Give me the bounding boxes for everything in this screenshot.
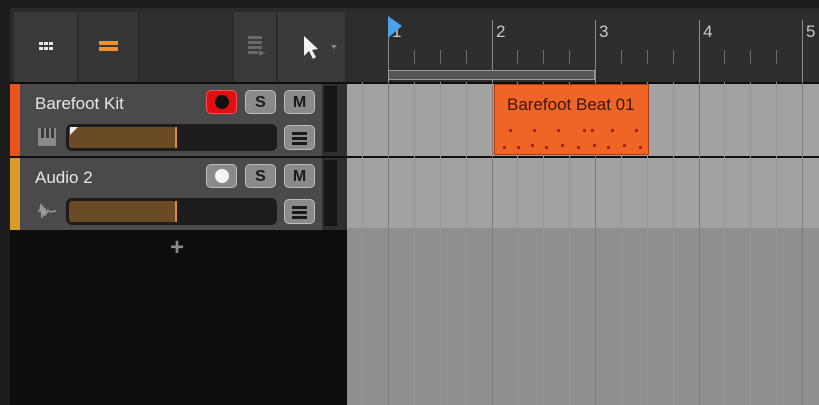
track-lane-audio-2[interactable] bbox=[347, 158, 819, 230]
timeline-ruler[interactable]: 1 2 3 4 5 bbox=[347, 12, 819, 82]
grid-view-button[interactable] bbox=[14, 12, 77, 82]
beat-gridline bbox=[466, 82, 467, 405]
ruler-tick bbox=[621, 50, 622, 64]
clip-launcher-icon bbox=[248, 36, 265, 56]
chevron-down-icon bbox=[331, 45, 337, 49]
track-name: Barefoot Kit bbox=[35, 94, 124, 113]
clip-barefoot-beat-01[interactable]: Barefoot Beat 01 bbox=[494, 84, 649, 155]
ruler-tick bbox=[750, 50, 751, 64]
mute-button[interactable]: M bbox=[284, 90, 315, 114]
instrument-icon bbox=[38, 128, 56, 146]
playhead-marker-icon[interactable] bbox=[388, 16, 402, 40]
beat-gridline bbox=[673, 82, 674, 405]
ruler-tick bbox=[517, 50, 518, 64]
ruler-tick bbox=[776, 50, 777, 64]
beat-gridline bbox=[414, 82, 415, 405]
volume-fill bbox=[69, 127, 176, 148]
beat-gridline bbox=[362, 82, 363, 405]
ruler-tick bbox=[440, 50, 441, 64]
bar-number-2: 2 bbox=[496, 22, 506, 41]
record-dot-icon bbox=[215, 169, 229, 183]
list-icon bbox=[99, 41, 118, 51]
track-name: Audio 2 bbox=[35, 168, 93, 187]
mute-button[interactable]: M bbox=[284, 164, 315, 188]
bar-number-4: 4 bbox=[703, 22, 713, 41]
beat-gridline bbox=[750, 82, 751, 405]
bar-gridline bbox=[388, 82, 389, 405]
bar-number-3: 3 bbox=[599, 22, 609, 41]
ruler-tick bbox=[466, 50, 467, 64]
clip-launcher-button[interactable] bbox=[234, 12, 276, 82]
ruler-tick bbox=[543, 50, 544, 64]
record-arm-button[interactable] bbox=[206, 164, 237, 188]
ruler-tick bbox=[699, 20, 700, 82]
ruler-tick bbox=[802, 20, 803, 82]
header-bar: 1 2 3 4 5 bbox=[10, 8, 819, 82]
bar-gridline bbox=[699, 82, 700, 405]
loop-region[interactable] bbox=[388, 70, 595, 80]
track-meter bbox=[322, 158, 347, 230]
bar-number-5: 5 bbox=[806, 22, 816, 41]
ruler-tick bbox=[673, 50, 674, 64]
track-menu-button[interactable] bbox=[284, 199, 315, 224]
bar-gridline bbox=[492, 82, 493, 405]
arranger-view: 1 2 3 4 5 Barefoot Kit S M Audio 2 S M +… bbox=[10, 8, 819, 405]
header-spacer bbox=[140, 12, 232, 82]
beat-gridline bbox=[776, 82, 777, 405]
volume-slider[interactable] bbox=[66, 124, 277, 151]
volume-level-marker bbox=[175, 201, 177, 222]
track-color-stripe bbox=[10, 158, 20, 230]
bar-gridline bbox=[802, 82, 803, 405]
ruler-tick bbox=[414, 50, 415, 64]
volume-slider[interactable] bbox=[66, 198, 277, 225]
tool-selector[interactable] bbox=[278, 12, 345, 82]
volume-level-marker bbox=[175, 127, 177, 148]
audio-waveform-icon bbox=[38, 203, 57, 219]
volume-fill bbox=[69, 201, 176, 222]
add-track-button[interactable]: + bbox=[170, 234, 184, 262]
track-menu-button[interactable] bbox=[284, 125, 315, 150]
track-header-barefoot-kit[interactable]: Barefoot Kit S M bbox=[10, 84, 347, 156]
list-view-button[interactable] bbox=[79, 12, 138, 82]
beat-gridline bbox=[440, 82, 441, 405]
record-arm-button[interactable] bbox=[206, 90, 237, 114]
clip-name: Barefoot Beat 01 bbox=[507, 95, 635, 114]
empty-lane-area[interactable] bbox=[347, 228, 819, 405]
grid-icon bbox=[39, 42, 53, 50]
track-header-audio-2[interactable]: Audio 2 S M bbox=[10, 158, 347, 230]
solo-button[interactable]: S bbox=[245, 164, 276, 188]
track-color-stripe bbox=[10, 84, 20, 156]
solo-button[interactable]: S bbox=[245, 90, 276, 114]
arranger-timeline[interactable]: Barefoot Beat 01 bbox=[347, 82, 819, 405]
ruler-tick bbox=[647, 50, 648, 64]
ruler-tick bbox=[569, 50, 570, 64]
track-meter bbox=[322, 84, 347, 156]
corner-marker-icon bbox=[70, 127, 78, 135]
record-dot-icon bbox=[215, 95, 229, 109]
ruler-tick bbox=[724, 50, 725, 64]
pointer-tool-icon bbox=[304, 36, 337, 59]
beat-gridline bbox=[724, 82, 725, 405]
ruler-tick bbox=[595, 20, 596, 82]
window-frame: 1 2 3 4 5 Barefoot Kit S M Audio 2 S M +… bbox=[0, 0, 819, 405]
